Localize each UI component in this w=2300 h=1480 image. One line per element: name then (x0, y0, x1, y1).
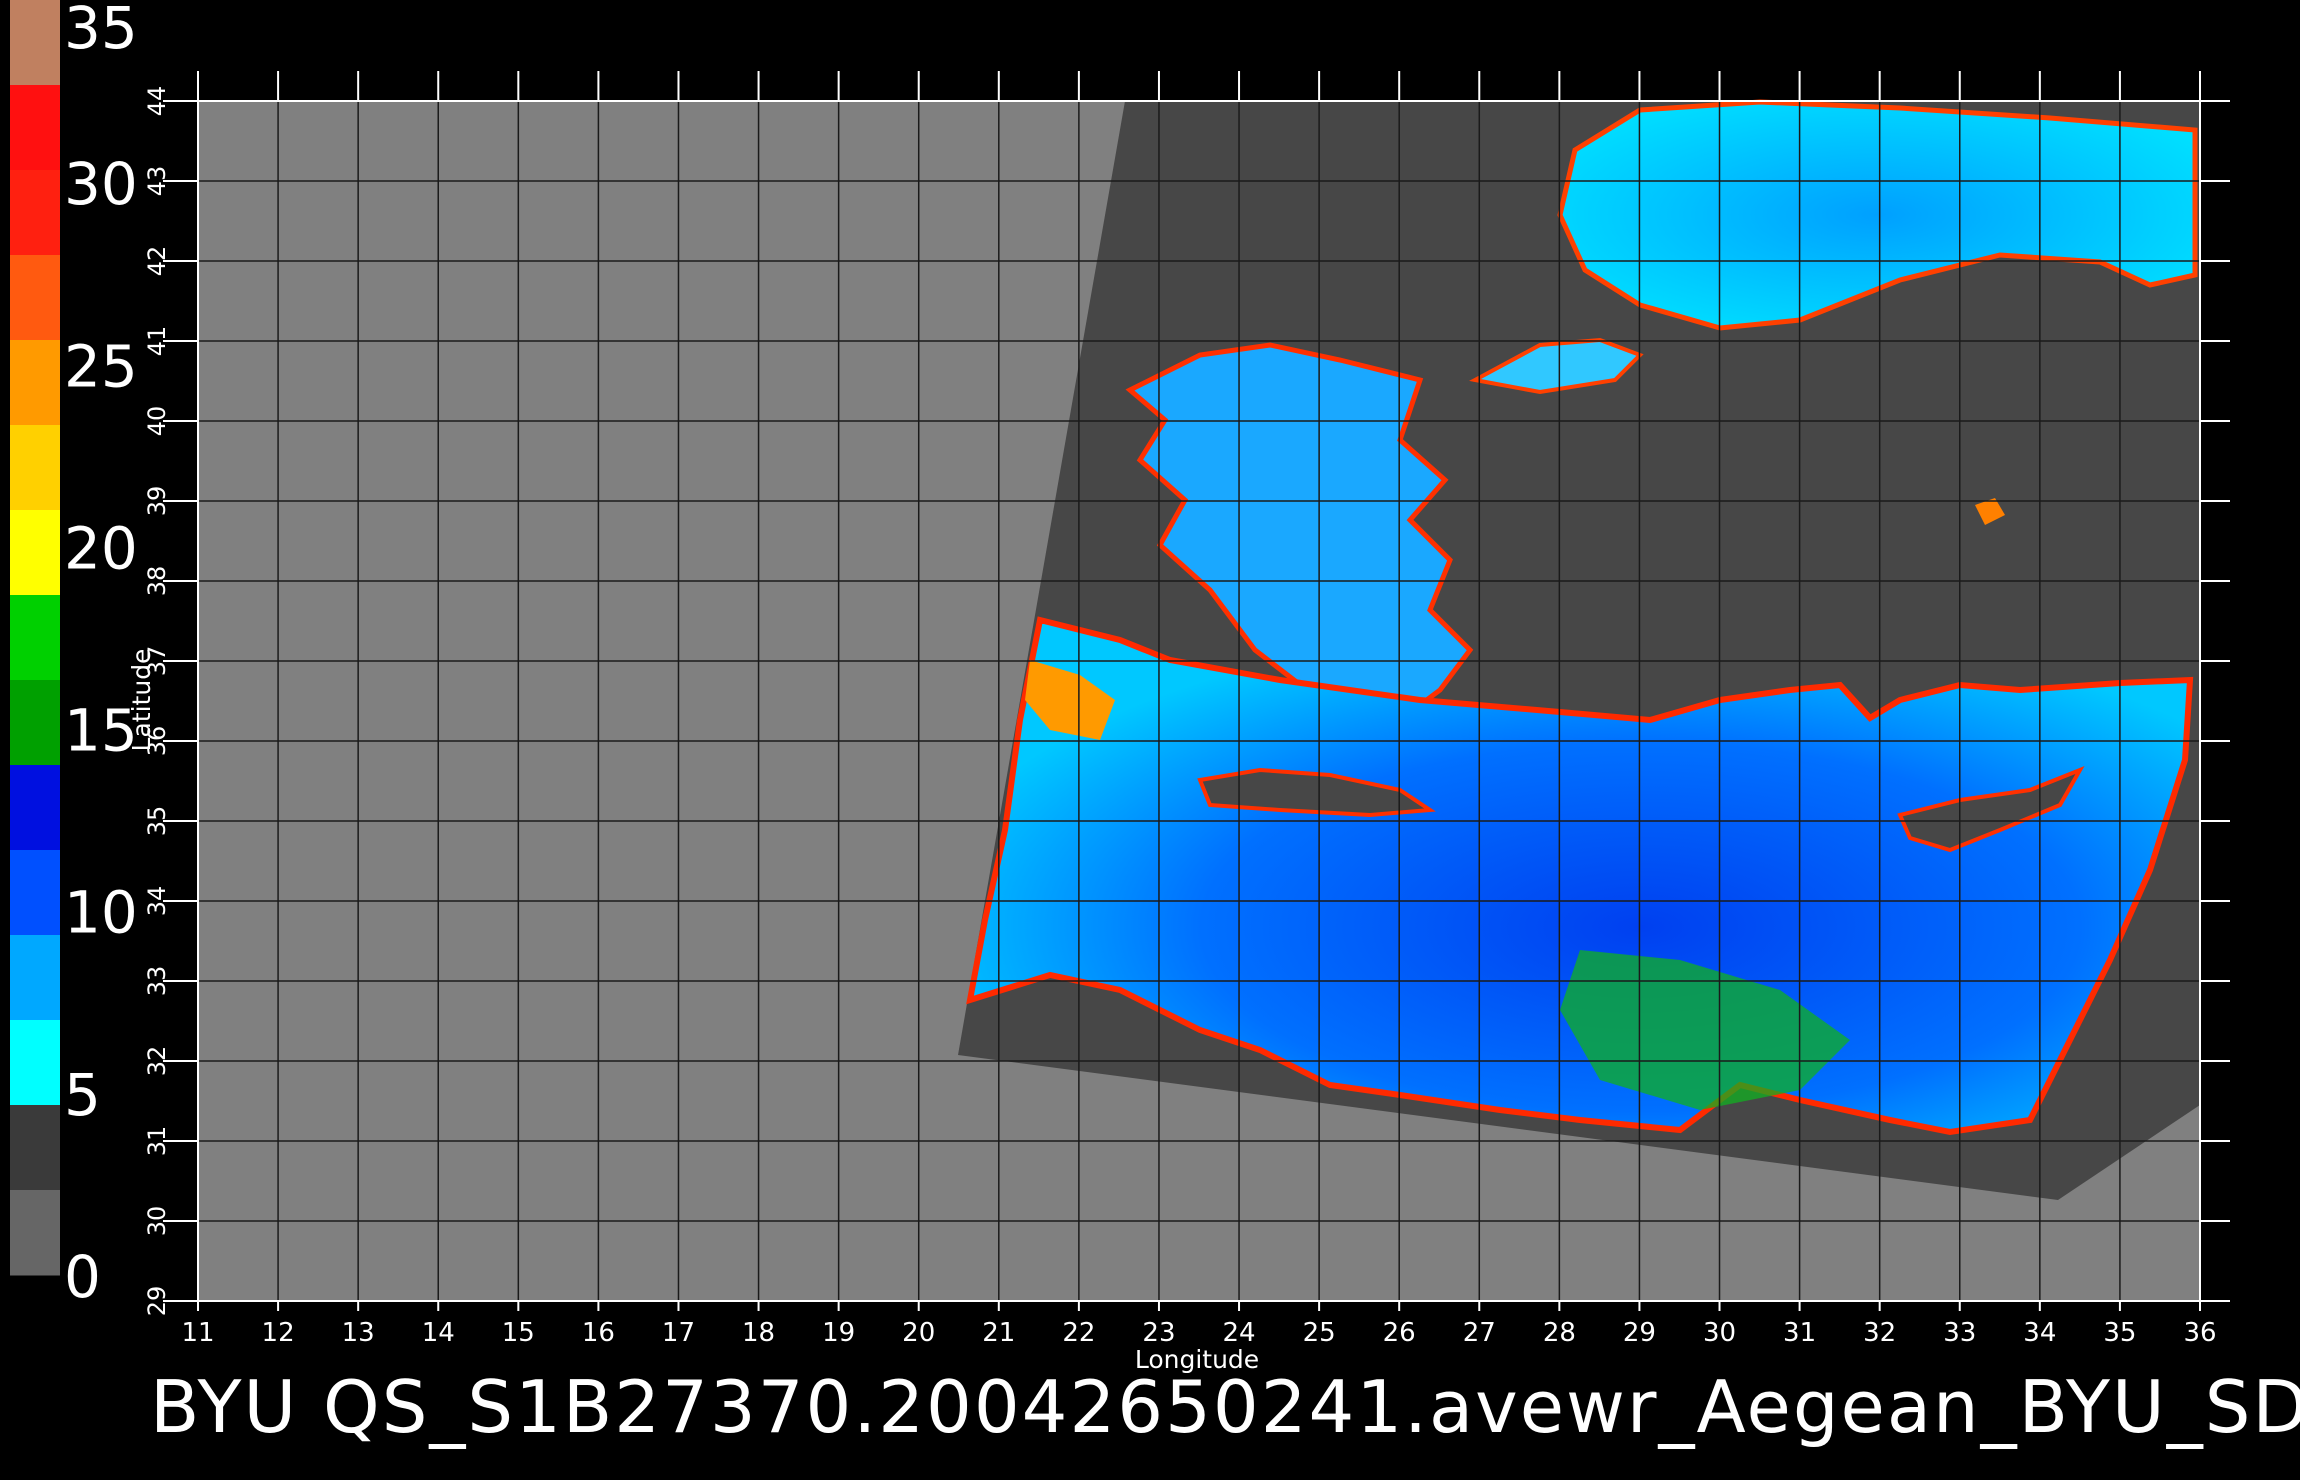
x-tick-label: 20 (902, 1318, 935, 1348)
y-tick-label: 39 (143, 486, 171, 517)
colorbar-label: 30 (64, 150, 138, 218)
colorbar-segment (10, 0, 60, 86)
x-tick-label: 35 (2103, 1318, 2136, 1348)
colorbar-segment (10, 425, 60, 511)
x-tick-label: 16 (582, 1318, 615, 1348)
x-tick-label: 23 (1142, 1318, 1175, 1348)
y-tick-label: 31 (143, 1126, 171, 1157)
x-tick-label: 26 (1383, 1318, 1416, 1348)
y-tick-label: 33 (143, 966, 171, 997)
colorbar-label: 20 (64, 514, 138, 582)
colorbar-segment (10, 340, 60, 426)
x-tick-label: 14 (422, 1318, 455, 1348)
colorbar-segment (10, 85, 60, 171)
colorbar-segment (10, 1190, 60, 1276)
y-axis-title: Latitude (127, 649, 156, 752)
y-tick-label: 44 (143, 86, 171, 117)
colorbar-segment (10, 1020, 60, 1106)
x-tick-label: 17 (662, 1318, 695, 1348)
x-tick-label: 25 (1303, 1318, 1336, 1348)
colorbar: 05101520253035 (10, 0, 138, 1311)
x-tick-label: 24 (1222, 1318, 1255, 1348)
colorbar-segment (10, 595, 60, 681)
x-tick-label: 29 (1623, 1318, 1656, 1348)
colorbar-label: 35 (64, 0, 138, 62)
x-tick-label: 32 (1863, 1318, 1896, 1348)
y-tick-label: 30 (143, 1206, 171, 1237)
colorbar-segment (10, 255, 60, 341)
x-tick-label: 21 (982, 1318, 1015, 1348)
y-tick-label: 42 (143, 246, 171, 277)
x-tick-label: 13 (342, 1318, 375, 1348)
y-tick-label: 32 (143, 1046, 171, 1077)
colorbar-segment (10, 935, 60, 1021)
colorbar-segment (10, 680, 60, 766)
x-tick-label: 12 (262, 1318, 295, 1348)
colorbar-segment (10, 1105, 60, 1191)
colorbar-label: 25 (64, 332, 138, 400)
x-tick-label: 34 (2023, 1318, 2056, 1348)
x-tick-label: 30 (1703, 1318, 1736, 1348)
x-tick-label: 31 (1783, 1318, 1816, 1348)
colorbar-label: 0 (64, 1243, 101, 1311)
x-tick-label: 22 (1062, 1318, 1095, 1348)
y-tick-label: 35 (143, 806, 171, 837)
x-tick-label: 28 (1543, 1318, 1576, 1348)
x-tick-label: 11 (181, 1318, 214, 1348)
colorbar-label: 5 (64, 1061, 101, 1129)
wind-map-figure: 05101520253035 11 12 13 14 15 16 17 18 19 20 21 22 2… (10, 0, 2230, 1374)
x-tick-label: 36 (2183, 1318, 2216, 1348)
x-tick-label: 33 (1943, 1318, 1976, 1348)
x-tick-label: 19 (822, 1318, 855, 1348)
y-tick-label: 29 (143, 1286, 171, 1317)
colorbar-segment (10, 850, 60, 936)
figure-caption: BYU QS_S1B27370.20042650241.avewr_Aegean… (150, 1365, 2300, 1449)
colorbar-segment (10, 170, 60, 256)
x-tick-label: 15 (502, 1318, 535, 1348)
y-tick-label: 40 (143, 406, 171, 437)
colorbar-segment (10, 765, 60, 851)
y-tick-label: 41 (143, 326, 171, 357)
y-tick-label: 34 (143, 886, 171, 917)
y-tick-label: 43 (143, 166, 171, 197)
y-tick-label: 38 (143, 566, 171, 597)
colorbar-label: 10 (64, 879, 138, 947)
x-tick-label: 18 (742, 1318, 775, 1348)
colorbar-segment (10, 510, 60, 596)
x-tick-label: 27 (1463, 1318, 1496, 1348)
